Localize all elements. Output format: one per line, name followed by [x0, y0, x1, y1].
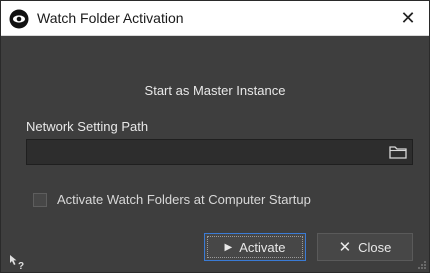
network-setting-path-input[interactable]	[31, 142, 375, 164]
close-button-label: Close	[358, 239, 392, 255]
activate-button-label: Activate	[239, 239, 286, 255]
whats-this-help-icon[interactable]: ?	[9, 254, 27, 270]
startup-checkbox[interactable]	[33, 193, 47, 207]
x-icon: ✕	[338, 239, 352, 256]
folder-icon[interactable]	[388, 143, 408, 161]
play-icon: ▶	[224, 241, 233, 253]
eye-logo-icon	[9, 9, 29, 29]
startup-checkbox-label[interactable]: Activate Watch Folders at Computer Start…	[57, 192, 311, 207]
close-button[interactable]: ✕ Close	[317, 233, 413, 261]
window-title: Watch Folder Activation	[37, 10, 184, 26]
network-setting-path-field	[26, 139, 413, 165]
window-close-button[interactable]: ✕	[393, 3, 423, 33]
resize-grip-icon[interactable]	[417, 260, 427, 270]
svg-text:?: ?	[18, 261, 24, 270]
mode-subtitle: Start as Master Instance	[144, 83, 286, 98]
watch-folder-activation-dialog: Watch Folder Activation ✕ Start as Maste…	[0, 0, 430, 273]
activate-button[interactable]: ▶ Activate	[204, 233, 306, 261]
title-bar: Watch Folder Activation ✕	[1, 1, 429, 36]
network-setting-path-label: Network Setting Path	[26, 119, 149, 134]
